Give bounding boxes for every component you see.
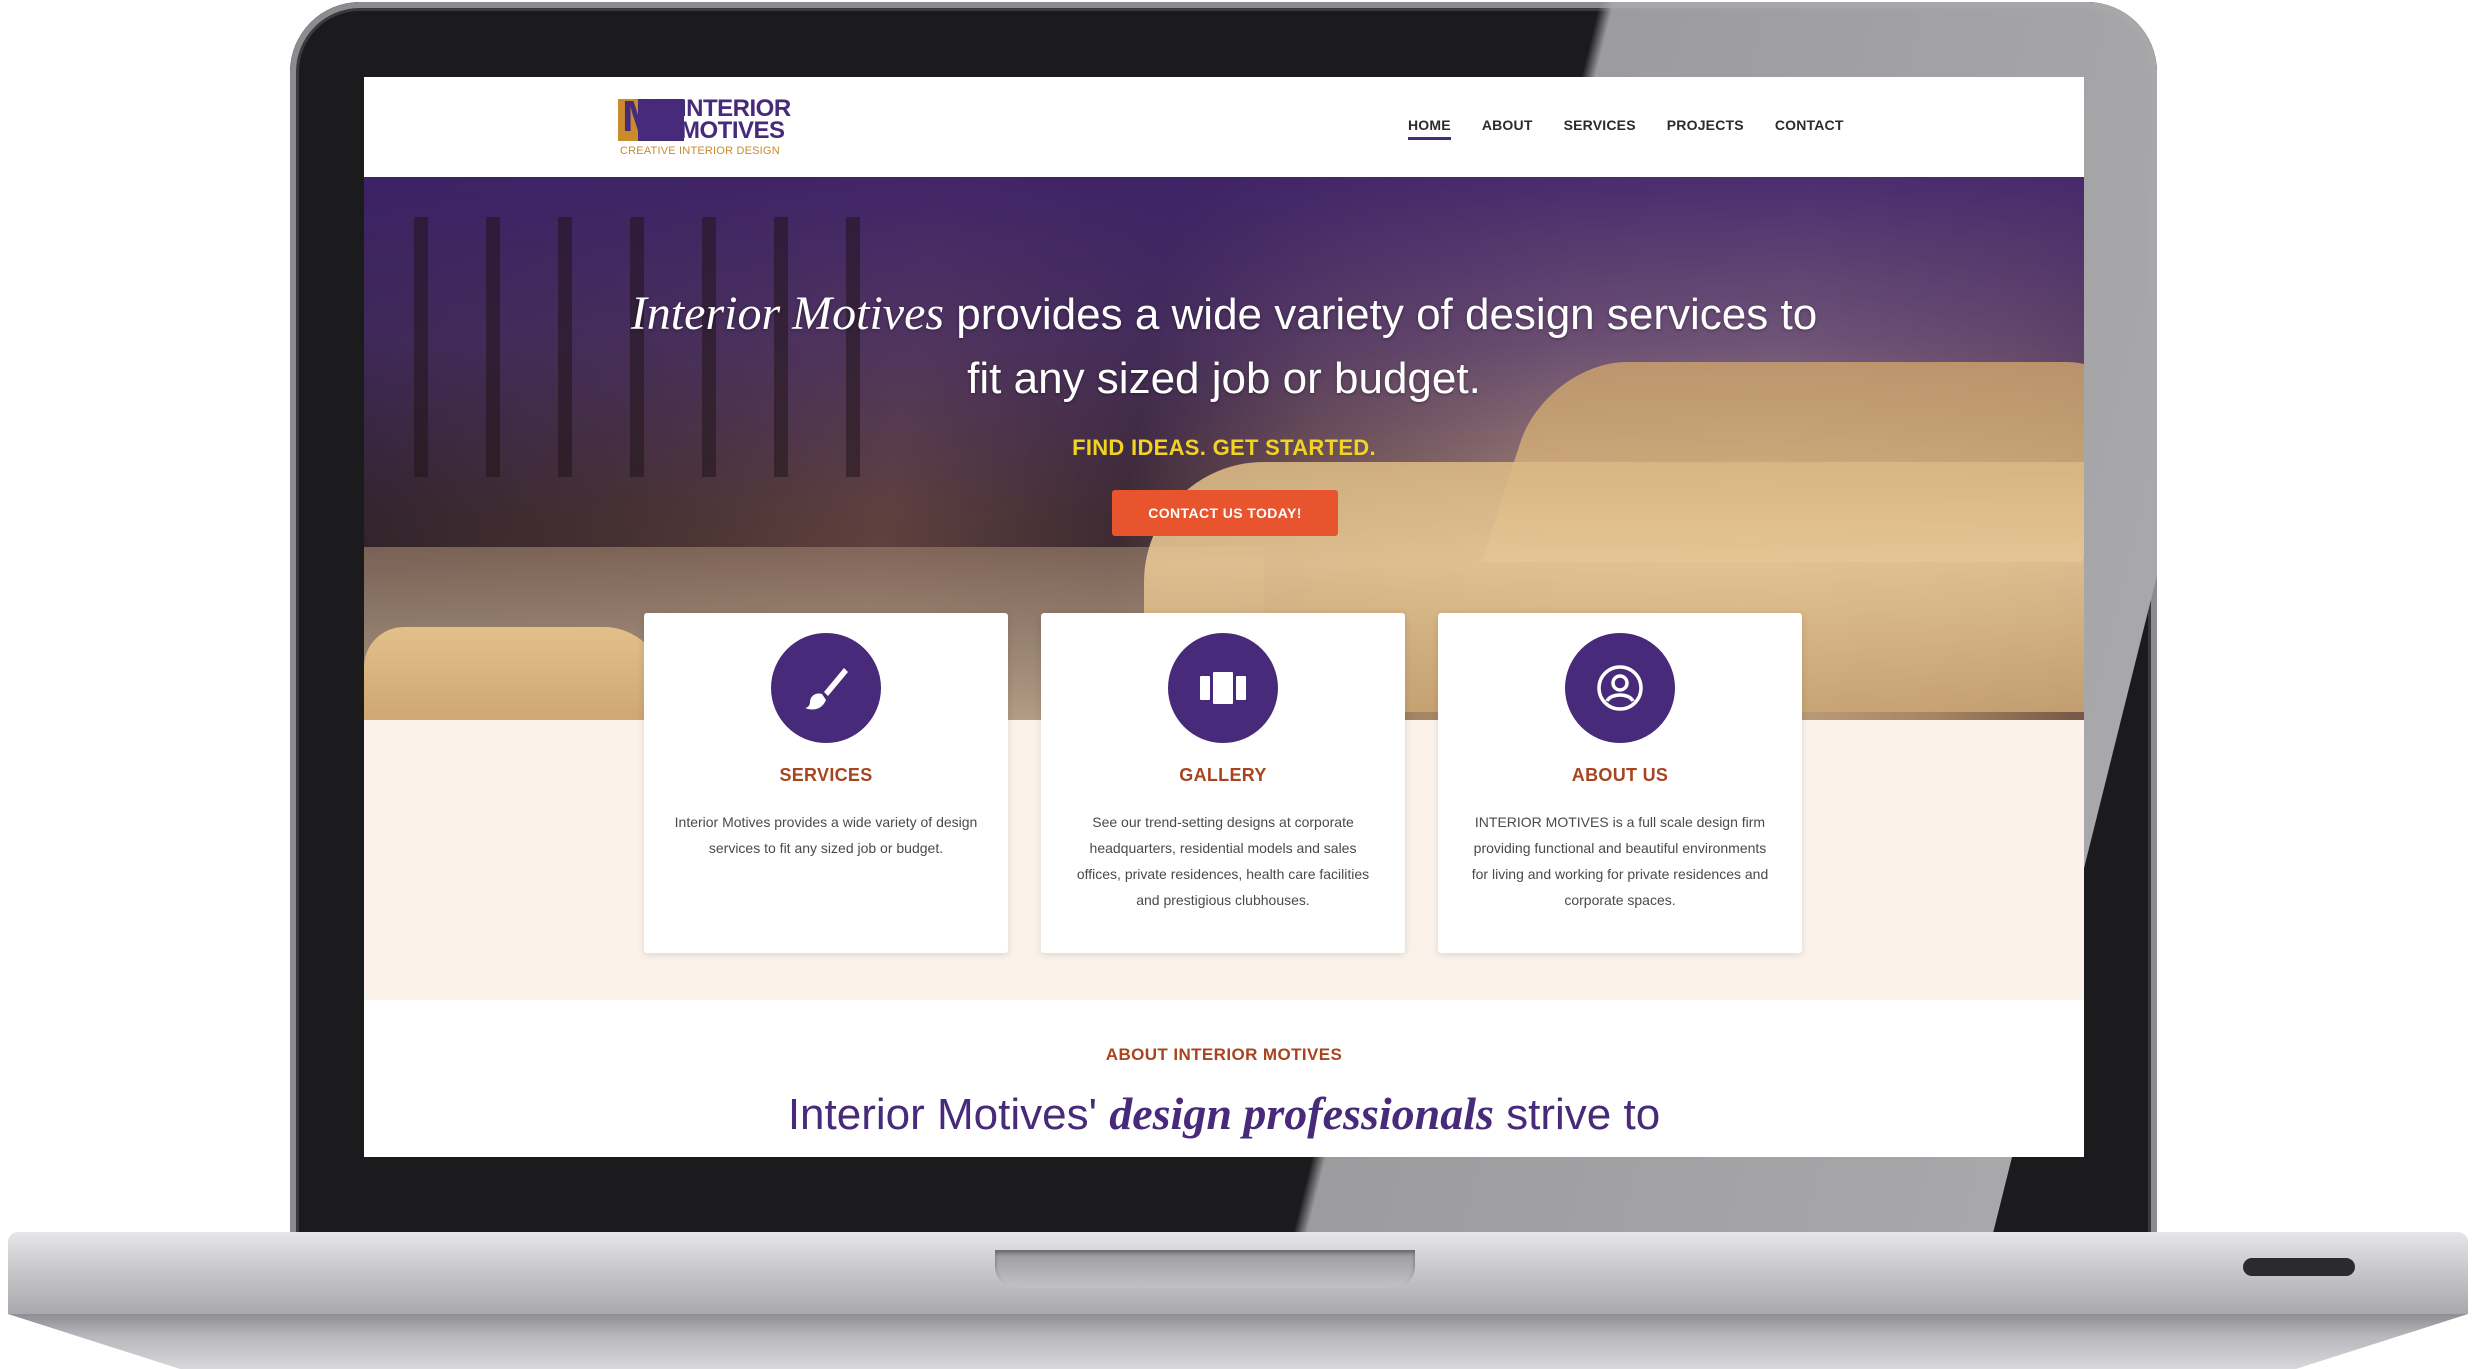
- about-heading-start: Interior Motives': [787, 1090, 1110, 1139]
- card-text: INTERIOR MOTIVES is a full scale design …: [1471, 814, 1769, 908]
- paintbrush-icon: [771, 633, 881, 743]
- power-indicator: [2243, 1258, 2355, 1276]
- about-heading-emphasis: design professionals: [1109, 1088, 1494, 1139]
- card-text: See our trend-setting designs at corpora…: [1076, 814, 1370, 908]
- site-header: M INTERIOR MOTIVES CREATIVE INTERIOR DES…: [364, 77, 2084, 177]
- hero-armchair: [364, 627, 664, 720]
- about-us-card[interactable]: ABOUT US INTERIOR MOTIVES is a full scal…: [1438, 613, 1802, 953]
- laptop-screen: M INTERIOR MOTIVES CREATIVE INTERIOR DES…: [364, 77, 2084, 1157]
- about-section-label: ABOUT INTERIOR MOTIVES: [1105, 1045, 1343, 1064]
- nav-projects[interactable]: PROJECTS: [1667, 117, 1744, 133]
- person-icon: [1565, 633, 1675, 743]
- card-title: GALLERY: [1179, 765, 1267, 785]
- card-text: Interior Motives provides a wide variety…: [674, 814, 978, 856]
- logo-m: M: [622, 92, 659, 141]
- trackpad-notch: [995, 1250, 1415, 1288]
- services-card[interactable]: SERVICES Interior Motives provides a wid…: [644, 613, 1008, 953]
- hero-title: Interior Motives provides a wide variety…: [364, 282, 2084, 411]
- contact-us-button[interactable]: CONTACT US TODAY!: [1112, 490, 1338, 536]
- gallery-card[interactable]: GALLERY See our trend-setting designs at…: [1041, 613, 1405, 953]
- hero-subtitle: FIND IDEAS. GET STARTED.: [1072, 435, 1376, 460]
- logo-text-motives: MOTIVES: [680, 117, 785, 144]
- nav-contact[interactable]: CONTACT: [1775, 117, 1844, 133]
- nav-services[interactable]: SERVICES: [1564, 117, 1636, 133]
- nav-home[interactable]: HOME: [1408, 117, 1451, 140]
- about-heading-end: strive to: [1493, 1090, 1661, 1139]
- card-title: SERVICES: [779, 765, 873, 785]
- logo[interactable]: M INTERIOR MOTIVES CREATIVE INTERIOR DES…: [618, 92, 828, 163]
- card-title: ABOUT US: [1571, 765, 1669, 785]
- laptop-base-bottom: [8, 1314, 2468, 1369]
- hero-title-emphasis: Interior Motives: [630, 287, 945, 340]
- hero-title-rest: provides a wide variety of design servic…: [944, 290, 1818, 339]
- gallery-icon: [1168, 633, 1278, 743]
- about-heading: Interior Motives' design professionals s…: [364, 1087, 2084, 1140]
- nav-about[interactable]: ABOUT: [1482, 117, 1533, 133]
- logo-tagline: CREATIVE INTERIOR DESIGN: [620, 145, 780, 157]
- hero-title-line2: fit any sized job or budget.: [967, 354, 1481, 403]
- main-nav: HOME ABOUT SERVICES PROJECTS CONTACT: [1408, 117, 1875, 140]
